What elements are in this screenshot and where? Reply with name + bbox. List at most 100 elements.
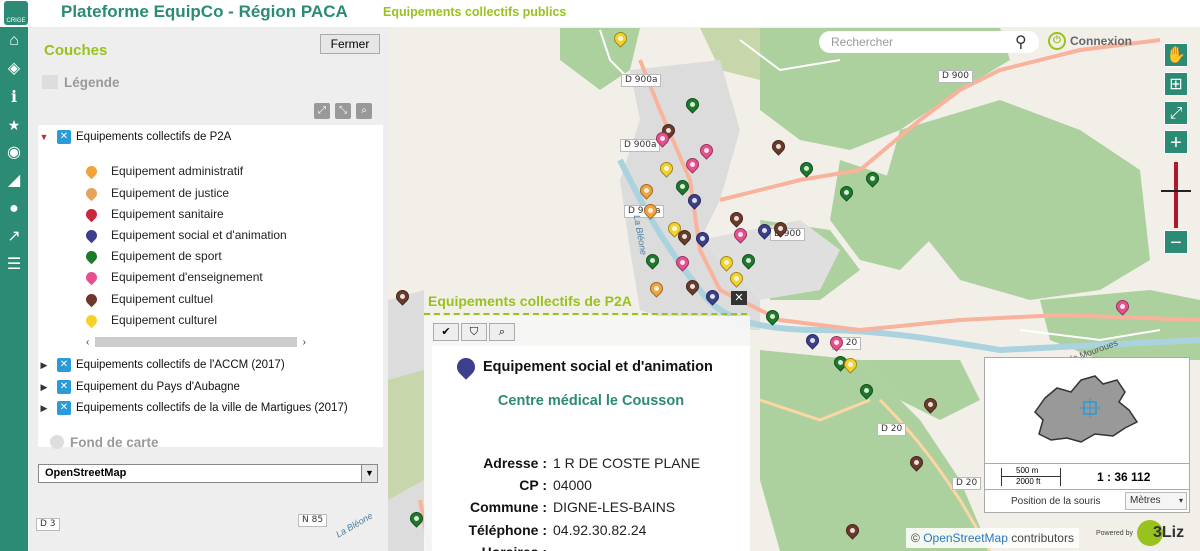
collapse-icon[interactable]: ⤡ — [335, 103, 351, 119]
checkbox-icon[interactable]: ✕ — [57, 130, 71, 144]
close-icon[interactable]: ✕ — [731, 291, 747, 305]
search-icon[interactable]: ⚲ — [1015, 32, 1027, 52]
scrollbar-thumb[interactable] — [95, 337, 297, 347]
search-input[interactable] — [831, 33, 1011, 51]
expand-caret-icon[interactable]: ▼ — [38, 132, 50, 142]
info-icon[interactable]: i — [0, 83, 28, 111]
layers-icon[interactable]: ◈ — [0, 55, 28, 83]
checkbox-icon[interactable]: ✕ — [57, 380, 71, 394]
basemap-select[interactable]: OpenStreetMap ▼ — [38, 464, 378, 483]
attribution-suffix: contributors — [1011, 531, 1074, 545]
attribute-key: Adresse : — [483, 455, 547, 471]
login-button[interactable]: ⏻ Connexion — [1048, 32, 1132, 50]
road-label: D 20 — [877, 423, 907, 436]
zoom-slider-handle[interactable] — [1161, 190, 1191, 192]
expand-icon[interactable]: ⤢ — [314, 103, 330, 119]
legend-item: Equipement social et d'animation — [83, 227, 287, 243]
zoom-to-feature-icon[interactable]: ⌕ — [489, 323, 515, 341]
attribute-value: DIGNE-LES-BAINS — [553, 499, 676, 515]
units-selected-value: Mètres — [1130, 495, 1161, 506]
feature-type-label: Equipement social et d'animation — [483, 359, 713, 375]
powered-by-label: Powered by — [1096, 529, 1133, 537]
legend-icon — [42, 75, 58, 89]
layer-group[interactable]: ▶ ✕ Equipements collectifs de l'ACCM (20… — [38, 358, 285, 372]
full-extent-icon[interactable]: ⤢ — [1164, 101, 1188, 125]
power-icon: ⏻ — [1048, 32, 1066, 50]
layer-group-label: Equipements collectifs de P2A — [76, 131, 232, 143]
units-select[interactable]: Mètres ▾ — [1125, 492, 1187, 510]
road-label: D 3 — [36, 518, 60, 531]
zoom-in-icon[interactable]: + — [1164, 130, 1188, 154]
search-box: ⚲ — [819, 31, 1039, 53]
layer-group-label: Equipements collectifs de l'ACCM (2017) — [76, 359, 285, 371]
home-icon[interactable]: ⌂ — [0, 27, 28, 55]
health-marker-icon — [83, 206, 100, 222]
attribute-row: Horaires : — [432, 544, 750, 551]
star-icon[interactable]: ★ — [0, 111, 28, 139]
measure-icon[interactable]: ◢ — [0, 167, 28, 195]
attribute-key: CP : — [519, 477, 547, 493]
feature-name: Centre médical le Cousson — [497, 393, 685, 409]
layers-panel: Couches Fermer Légende ⤢ ⤡ ⌕ ▼ ✕ Equipem… — [28, 27, 388, 551]
3liz-brand: 3Liz — [1152, 524, 1185, 541]
layer-group[interactable]: ▼ ✕ Equipements collectifs de P2A — [38, 130, 231, 144]
attribute-value: 1 R DE COSTE PLANE — [553, 455, 701, 471]
legend-heading[interactable]: Légende — [42, 75, 120, 90]
chevron-down-icon[interactable]: ▾ — [1179, 493, 1183, 509]
attribute-row: Commune : DIGNE-LES-BAINS — [432, 499, 750, 515]
osm-link[interactable]: OpenStreetMap — [923, 531, 1008, 545]
basemap-heading[interactable]: Fond de carte — [50, 435, 159, 450]
road-label: N 85 — [298, 514, 328, 527]
legend-item-label: Equipement de sport — [111, 249, 222, 263]
legend-item-label: Equipement cultuel — [111, 292, 214, 306]
zoom-slider[interactable] — [1174, 162, 1178, 228]
powered-by[interactable]: Powered by 3Liz — [1096, 520, 1184, 546]
scale-meters: 500 m — [1016, 466, 1039, 475]
close-panel-button[interactable]: Fermer — [320, 34, 380, 54]
attribute-row: Téléphone : 04.92.30.82.24 — [432, 522, 750, 538]
zoom-out-icon[interactable]: − — [1164, 230, 1188, 254]
expand-caret-icon[interactable]: ▶ — [38, 382, 50, 393]
app-title: Plateforme EquipCo - Région PACA — [61, 2, 348, 21]
comment-icon[interactable]: ● — [0, 195, 28, 223]
share-icon[interactable]: ↗ — [0, 223, 28, 251]
attribute-row: Adresse : 1 R DE COSTE PLANE — [432, 455, 750, 471]
overview-region-shape — [985, 358, 1189, 462]
checkbox-icon[interactable]: ✕ — [57, 358, 71, 372]
chevron-down-icon[interactable]: ▼ — [361, 465, 377, 482]
road-label: D 900a — [621, 74, 662, 87]
crige-logo[interactable]: CRIGE — [4, 1, 28, 25]
expand-caret-icon[interactable]: ▶ — [38, 360, 50, 371]
expand-caret-icon[interactable]: ▶ — [38, 403, 50, 414]
layer-group-label: Equipements collectifs de la ville de Ma… — [76, 402, 348, 414]
panel-title: Couches — [44, 42, 108, 59]
legend-item-label: Equipement sanitaire — [111, 207, 224, 221]
scroll-right-icon[interactable]: › — [303, 337, 306, 348]
legend-item: Equipement de justice — [83, 185, 230, 201]
checkbox-icon[interactable]: ✕ — [57, 401, 71, 415]
zoom-layer-icon[interactable]: ⌕ — [356, 103, 372, 119]
app-header: CRIGE Plateforme EquipCo - Région PACA E… — [0, 0, 1200, 27]
zoom-box-icon[interactable]: ⊞ — [1164, 72, 1188, 96]
attribute-key: Commune : — [470, 499, 547, 515]
left-navigation: ⌂ ◈ i ★ ◉ ◢ ● ↗ ☰ — [0, 27, 28, 551]
admin-marker-icon — [83, 163, 100, 179]
pan-hand-icon[interactable]: ✋ — [1164, 43, 1188, 67]
layer-group[interactable]: ▶ ✕ Equipement du Pays d'Aubagne — [38, 380, 240, 394]
legend-item-label: Equipement d'enseignement — [111, 270, 263, 284]
locate-icon[interactable]: ◉ — [0, 139, 28, 167]
horizontal-scrollbar[interactable]: ‹ › — [86, 337, 306, 348]
legend-item: Equipement culturel — [83, 312, 217, 328]
filter-icon[interactable]: ⛉ — [461, 323, 487, 341]
social-marker-icon — [83, 227, 100, 243]
legend-item: Equipement cultuel — [83, 291, 214, 307]
select-check-icon[interactable]: ✔ — [433, 323, 459, 341]
road-label: D 900 — [938, 70, 973, 83]
overview-map[interactable]: 500 m 2000 ft 1 : 36 112 Position de la … — [984, 357, 1190, 513]
list-icon[interactable]: ☰ — [0, 251, 28, 279]
legend-item-label: Equipement de justice — [111, 186, 230, 200]
scroll-left-icon[interactable]: ‹ — [86, 337, 89, 348]
social-marker-icon — [453, 354, 479, 380]
layer-group[interactable]: ▶ ✕ Equipements collectifs de la ville d… — [38, 401, 348, 415]
basemap-label: Fond de carte — [70, 435, 159, 450]
